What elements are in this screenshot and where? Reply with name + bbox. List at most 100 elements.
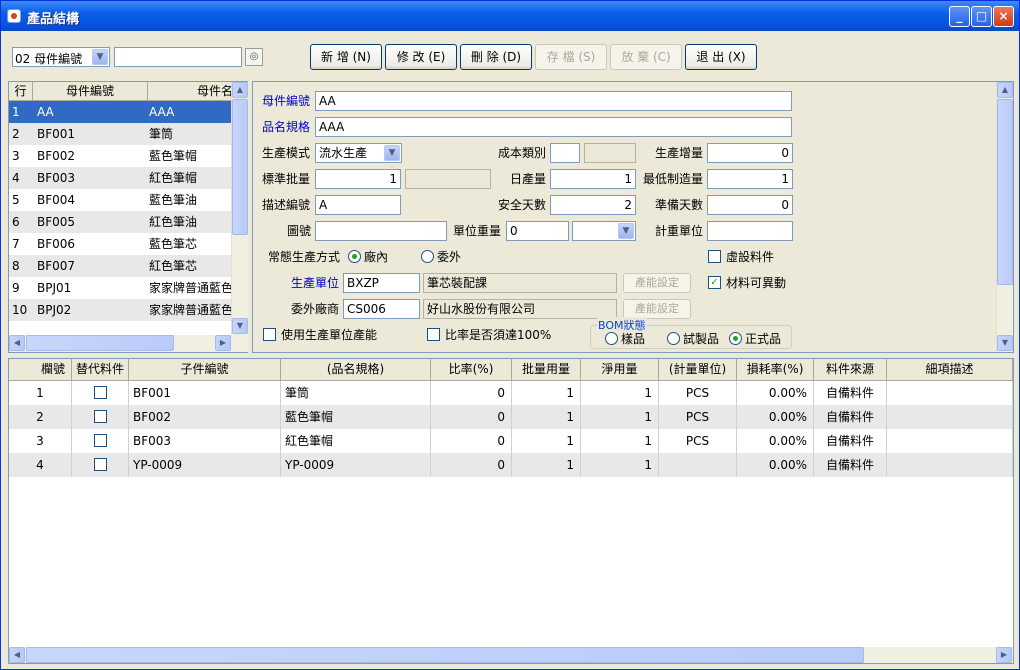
scroll-left-icon[interactable]: ◀ xyxy=(9,335,25,351)
list-item[interactable]: 2 BF001 筆筒 xyxy=(9,123,231,145)
scroll-thumb[interactable] xyxy=(232,99,248,235)
save-button[interactable]: 存 檔 (S) xyxy=(535,44,607,70)
list-item[interactable]: 4 BF003 紅色筆帽 xyxy=(9,167,231,189)
scroll-thumb[interactable] xyxy=(997,99,1013,285)
scroll-down-icon[interactable]: ▼ xyxy=(997,335,1013,351)
method-in-radio[interactable] xyxy=(348,250,361,263)
method-out-radio[interactable] xyxy=(421,250,434,263)
column-header-code[interactable]: 子件編號 xyxy=(129,359,281,381)
cell-ratio[interactable]: 0 xyxy=(431,381,512,405)
virtual-material-checkbox[interactable] xyxy=(708,250,721,263)
table-row[interactable]: 3 BF003 紅色筆帽 0 1 1 PCS 0.00% 自備料件 xyxy=(9,429,1013,453)
cell-desc[interactable] xyxy=(887,429,1013,453)
cell-net[interactable]: 1 xyxy=(581,429,659,453)
column-header-spec[interactable]: (品名規格) xyxy=(281,359,431,381)
scroll-right-icon[interactable]: ▶ xyxy=(215,335,231,351)
safety-days-field[interactable]: 2 xyxy=(550,195,636,215)
ratio-required-checkbox[interactable] xyxy=(427,328,440,341)
edit-button[interactable]: 修 改 (E) xyxy=(385,44,457,70)
scroll-up-icon[interactable]: ▲ xyxy=(997,82,1013,98)
cell-spec[interactable]: YP-0009 xyxy=(281,453,431,477)
cell-batch[interactable]: 1 xyxy=(512,429,581,453)
spec-field[interactable]: AAA xyxy=(315,117,792,137)
cell-code[interactable]: BF002 xyxy=(129,405,281,429)
min-output-field[interactable]: 1 xyxy=(707,169,793,189)
std-batch-field[interactable]: 1 xyxy=(315,169,401,189)
cell-net[interactable]: 1 xyxy=(581,405,659,429)
search-field-select[interactable]: 02 母件編號 ▼ xyxy=(12,47,110,67)
parent-code-field[interactable]: AA xyxy=(315,91,792,111)
column-header-line[interactable]: 行 xyxy=(9,82,33,101)
cell-unit[interactable] xyxy=(659,453,737,477)
search-input[interactable] xyxy=(114,47,242,67)
exit-button[interactable]: 退 出 (X) xyxy=(685,44,757,70)
cell-source[interactable]: 自備料件 xyxy=(814,381,887,405)
close-button[interactable]: × xyxy=(993,6,1014,27)
cell-unit[interactable]: PCS xyxy=(659,405,737,429)
component-grid[interactable]: 欄號 替代料件 子件編號 (品名規格) 比率(%) 批量用量 淨用量 (計量單位) 損耗率(%)… xyxy=(8,358,1014,664)
cost-type-field[interactable] xyxy=(550,143,580,163)
column-header-batch[interactable]: 批量用量 xyxy=(512,359,581,381)
cancel-button[interactable]: 放 棄 (C) xyxy=(610,44,682,70)
cell-net[interactable]: 1 xyxy=(581,381,659,405)
capacity-settings-button[interactable]: 產能設定 xyxy=(623,273,691,293)
bom-sample-radio[interactable] xyxy=(605,332,618,345)
cell-code[interactable]: YP-0009 xyxy=(129,453,281,477)
substitute-checkbox[interactable] xyxy=(94,386,107,399)
drawing-field[interactable] xyxy=(315,221,447,241)
cell-desc[interactable] xyxy=(887,453,1013,477)
cell-unit[interactable]: PCS xyxy=(659,429,737,453)
column-header-source[interactable]: 料件來源 xyxy=(814,359,887,381)
cell-code[interactable]: BF001 xyxy=(129,381,281,405)
cell-code[interactable]: BF003 xyxy=(129,429,281,453)
cell-source[interactable]: 自備料件 xyxy=(814,453,887,477)
cell-batch[interactable]: 1 xyxy=(512,381,581,405)
minimize-button[interactable]: _ xyxy=(949,6,970,27)
maximize-button[interactable]: □ xyxy=(971,6,992,27)
bom-trial-radio[interactable] xyxy=(667,332,680,345)
form-vertical-scrollbar[interactable]: ▲ ▼ xyxy=(996,82,1013,352)
column-header-substitute[interactable]: 替代料件 xyxy=(72,359,129,381)
column-header-no[interactable]: 欄號 xyxy=(9,359,72,381)
add-button[interactable]: 新 增 (N) xyxy=(310,44,382,70)
capacity-settings-button-2[interactable]: 產能設定 xyxy=(623,299,691,319)
table-row[interactable]: 2 BF002 藍色筆帽 0 1 1 PCS 0.00% 自備料件 xyxy=(9,405,1013,429)
title-bar[interactable]: 產品結構 _ □ × xyxy=(1,1,1019,31)
bom-formal-radio[interactable] xyxy=(729,332,742,345)
cell-desc[interactable] xyxy=(887,381,1013,405)
prep-days-field[interactable]: 0 xyxy=(707,195,793,215)
cell-net[interactable]: 1 xyxy=(581,453,659,477)
cell-loss[interactable]: 0.00% xyxy=(737,429,814,453)
chevron-down-icon[interactable]: ▼ xyxy=(618,223,634,239)
list-item[interactable]: 5 BF004 藍色筆油 xyxy=(9,189,231,211)
list-horizontal-scrollbar[interactable]: ◀ ▶ xyxy=(9,335,248,352)
cell-no[interactable]: 2 xyxy=(9,405,72,429)
cell-no[interactable]: 3 xyxy=(9,429,72,453)
cell-ratio[interactable]: 0 xyxy=(431,453,512,477)
app-icon[interactable] xyxy=(7,9,21,23)
cell-unit[interactable]: PCS xyxy=(659,381,737,405)
column-header-parent-code[interactable]: 母件編號 xyxy=(33,82,148,101)
column-header-unit[interactable]: (計量單位) xyxy=(659,359,737,381)
column-header-ratio[interactable]: 比率(%) xyxy=(431,359,512,381)
cell-no[interactable]: 1 xyxy=(9,381,72,405)
daily-output-field[interactable]: 1 xyxy=(550,169,636,189)
column-header-net[interactable]: 淨用量 xyxy=(581,359,659,381)
mode-select[interactable]: 流水生產 ▼ xyxy=(315,143,402,163)
cell-no[interactable]: 4 xyxy=(9,453,72,477)
scroll-right-icon[interactable]: ▶ xyxy=(996,647,1012,663)
material-change-checkbox[interactable]: ✓ xyxy=(708,276,721,289)
cell-loss[interactable]: 0.00% xyxy=(737,453,814,477)
unit-weight-field[interactable]: 0 xyxy=(506,221,569,241)
table-row[interactable]: 1 BF001 筆筒 0 1 1 PCS 0.00% 自備料件 xyxy=(9,381,1013,405)
delete-button[interactable]: 刪 除 (D) xyxy=(460,44,532,70)
cell-source[interactable]: 自備料件 xyxy=(814,429,887,453)
column-header-desc[interactable]: 細項描述 xyxy=(887,359,1013,381)
chevron-down-icon[interactable]: ▼ xyxy=(384,145,400,161)
list-vertical-scrollbar[interactable]: ▲ ▼ xyxy=(231,82,248,335)
column-header-parent-name[interactable]: 母件名 xyxy=(148,82,231,101)
list-item[interactable]: 6 BF005 紅色筆油 xyxy=(9,211,231,233)
desc-code-field[interactable]: A xyxy=(315,195,401,215)
cell-loss[interactable]: 0.00% xyxy=(737,405,814,429)
cell-loss[interactable]: 0.00% xyxy=(737,381,814,405)
